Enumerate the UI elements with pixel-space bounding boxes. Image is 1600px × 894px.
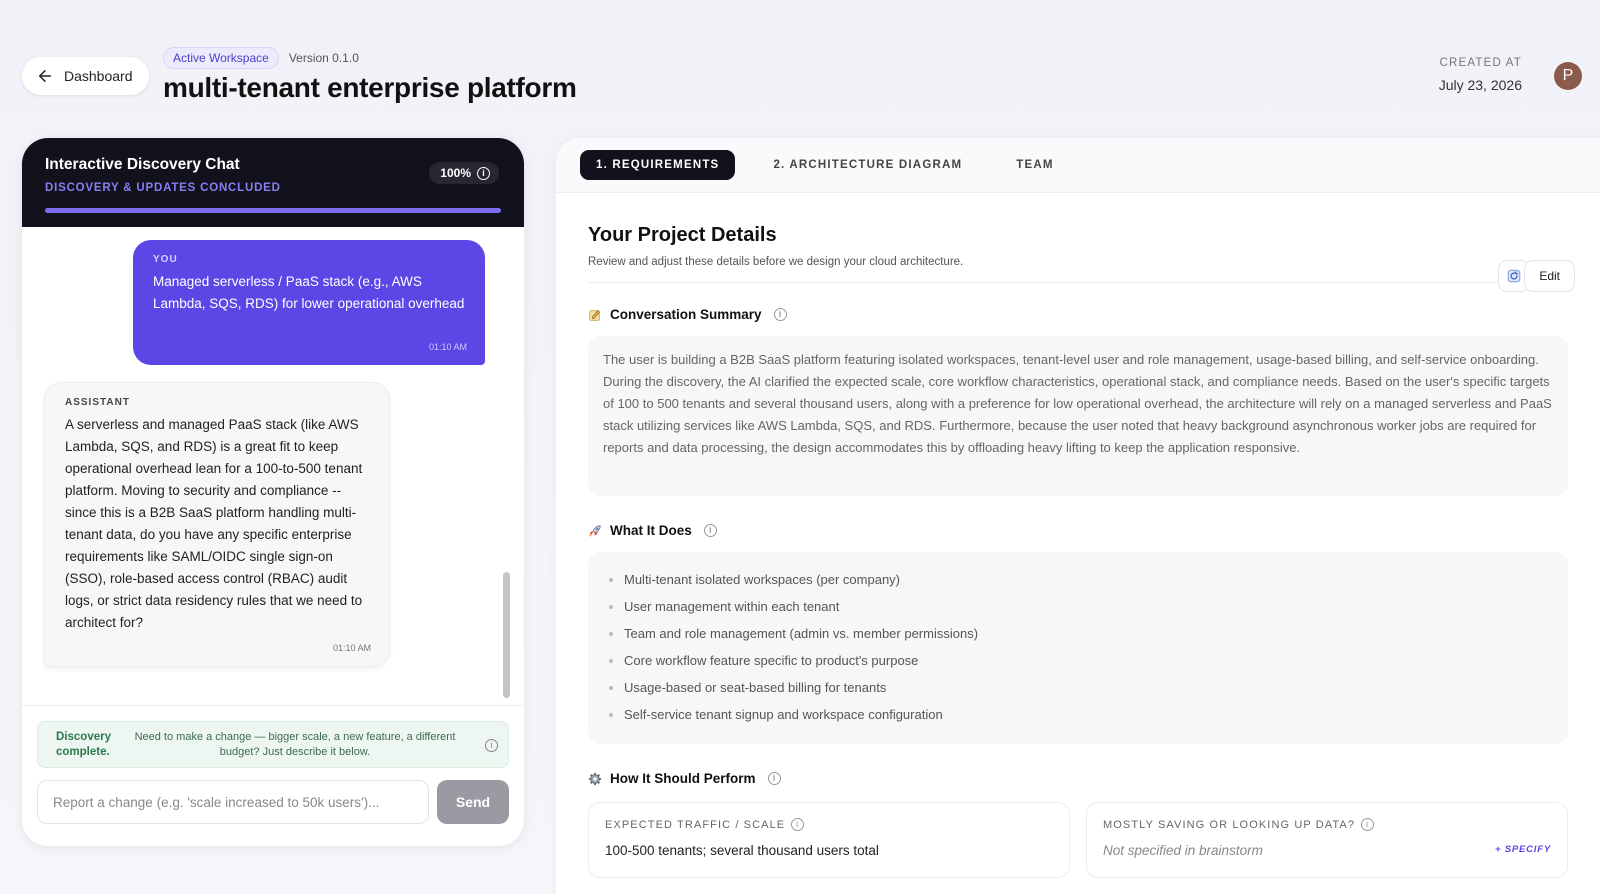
avatar[interactable]: P xyxy=(1554,62,1582,90)
info-icon[interactable]: i xyxy=(767,772,781,785)
divider xyxy=(588,282,1568,283)
perf-value: Not specified in brainstorm xyxy=(1103,843,1263,858)
progress-percent: 100% xyxy=(440,166,471,180)
back-label: Dashboard xyxy=(64,68,133,84)
perf-label-text: EXPECTED TRAFFIC / SCALE xyxy=(605,818,786,831)
workspace-meta: Active Workspace Version 0.1.0 xyxy=(163,47,359,69)
back-to-dashboard-button[interactable]: Dashboard xyxy=(22,57,149,95)
details-subtitle: Review and adjust these details before w… xyxy=(588,256,964,268)
does-heading-label: What It Does xyxy=(610,523,692,538)
message-time: 01:10 AM xyxy=(332,643,371,653)
list-item: User management within each tenant xyxy=(624,593,1532,620)
chat-scrollbar[interactable] xyxy=(503,572,510,698)
perf-value: 100-500 tenants; several thousand users … xyxy=(605,843,879,858)
created-date: July 23, 2026 xyxy=(1438,77,1522,93)
arrow-left-icon xyxy=(39,70,51,82)
workspace-badge: Active Workspace xyxy=(163,47,279,69)
conversation-summary: The user is building a B2B SaaS platform… xyxy=(588,336,1568,496)
progress-fill xyxy=(45,208,501,213)
progress-badge[interactable]: 100% i xyxy=(429,162,499,184)
page-title: multi-tenant enterprise platform xyxy=(163,72,577,103)
requirements-panel: 1. REQUIREMENTS 2. ARCHITECTURE DIAGRAM … xyxy=(556,138,1600,894)
performance-cards: EXPECTED TRAFFIC / SCALE i 100-500 tenan… xyxy=(588,802,1568,878)
message-assistant: ASSISTANT A serverless and managed PaaS … xyxy=(44,382,390,667)
version-label: Version 0.1.0 xyxy=(288,51,359,65)
info-icon[interactable]: i xyxy=(485,739,498,752)
tab-requirements[interactable]: 1. REQUIREMENTS xyxy=(580,150,736,180)
edit-button[interactable]: Edit xyxy=(1524,260,1575,292)
message-time: 01:10 AM xyxy=(428,342,467,352)
list-item: Self-service tenant signup and workspace… xyxy=(624,701,1532,728)
notice-text: Need to make a change — bigger scale, a … xyxy=(134,730,456,758)
rocket-icon xyxy=(588,524,602,538)
change-report-input[interactable] xyxy=(37,780,429,824)
details-content: Your Project Details Review and adjust t… xyxy=(556,224,1600,878)
chat-footer: Discovery complete. Need to make a chang… xyxy=(22,705,524,824)
list-item: Multi-tenant isolated workspaces (per co… xyxy=(624,566,1532,593)
read-write-card[interactable]: MOSTLY SAVING OR LOOKING UP DATA? i Not … xyxy=(1086,802,1568,878)
message-role: ASSISTANT xyxy=(65,397,130,408)
discovery-complete-notice: Discovery complete. Need to make a chang… xyxy=(37,721,509,768)
tab-team[interactable]: TEAM xyxy=(1000,150,1069,180)
info-icon[interactable]: i xyxy=(1361,818,1375,831)
send-button[interactable]: Send xyxy=(437,780,509,824)
traffic-scale-card[interactable]: EXPECTED TRAFFIC / SCALE i 100-500 tenan… xyxy=(588,802,1070,878)
gear-icon xyxy=(588,772,602,786)
info-icon[interactable]: i xyxy=(791,818,805,831)
chat-messages[interactable]: YOU Managed serverless / PaaS stack (e.g… xyxy=(22,227,524,705)
summary-heading-label: Conversation Summary xyxy=(610,307,762,322)
discovery-chat-panel: Interactive Discovery Chat DISCOVERY & U… xyxy=(22,138,524,846)
message-role: YOU xyxy=(153,254,178,265)
created-label: CREATED AT xyxy=(1439,57,1522,69)
perf-label: EXPECTED TRAFFIC / SCALE i xyxy=(605,818,1053,831)
memo-icon xyxy=(588,308,602,322)
progress-bar xyxy=(45,208,501,213)
created-at: CREATED AT July 23, 2026 xyxy=(1439,57,1522,93)
summary-heading: Conversation Summary i xyxy=(588,307,1568,322)
info-icon[interactable]: i xyxy=(703,524,717,537)
features-list: Multi-tenant isolated workspaces (per co… xyxy=(588,552,1568,744)
info-icon[interactable]: i xyxy=(477,166,490,180)
chat-header: Interactive Discovery Chat DISCOVERY & U… xyxy=(22,138,524,227)
perform-heading: How It Should Perform i xyxy=(588,771,1568,786)
message-text: Managed serverless / PaaS stack (e.g., A… xyxy=(153,274,465,311)
details-title: Your Project Details xyxy=(588,224,777,246)
refresh-icon xyxy=(1507,269,1521,283)
tab-bar: 1. REQUIREMENTS 2. ARCHITECTURE DIAGRAM … xyxy=(556,138,1600,193)
tab-architecture-diagram[interactable]: 2. ARCHITECTURE DIAGRAM xyxy=(757,150,978,180)
perform-heading-label: How It Should Perform xyxy=(610,771,756,786)
chat-status: DISCOVERY & UPDATES CONCLUDED xyxy=(45,182,281,194)
perf-label-text: MOSTLY SAVING OR LOOKING UP DATA? xyxy=(1103,818,1356,831)
does-heading: What It Does i xyxy=(588,523,1568,538)
list-item: Core workflow feature specific to produc… xyxy=(624,647,1532,674)
message-text: A serverless and managed PaaS stack (lik… xyxy=(65,417,363,630)
notice-title: Discovery complete. xyxy=(56,730,111,758)
list-item: Usage-based or seat-based billing for te… xyxy=(624,674,1532,701)
message-user: YOU Managed serverless / PaaS stack (e.g… xyxy=(133,240,485,365)
list-item: Team and role management (admin vs. memb… xyxy=(624,620,1532,647)
perf-label: MOSTLY SAVING OR LOOKING UP DATA? i xyxy=(1103,818,1551,831)
info-icon[interactable]: i xyxy=(773,308,787,321)
chat-input-row: Send xyxy=(37,780,509,824)
specify-link[interactable]: + SPECIFY xyxy=(1495,844,1551,855)
